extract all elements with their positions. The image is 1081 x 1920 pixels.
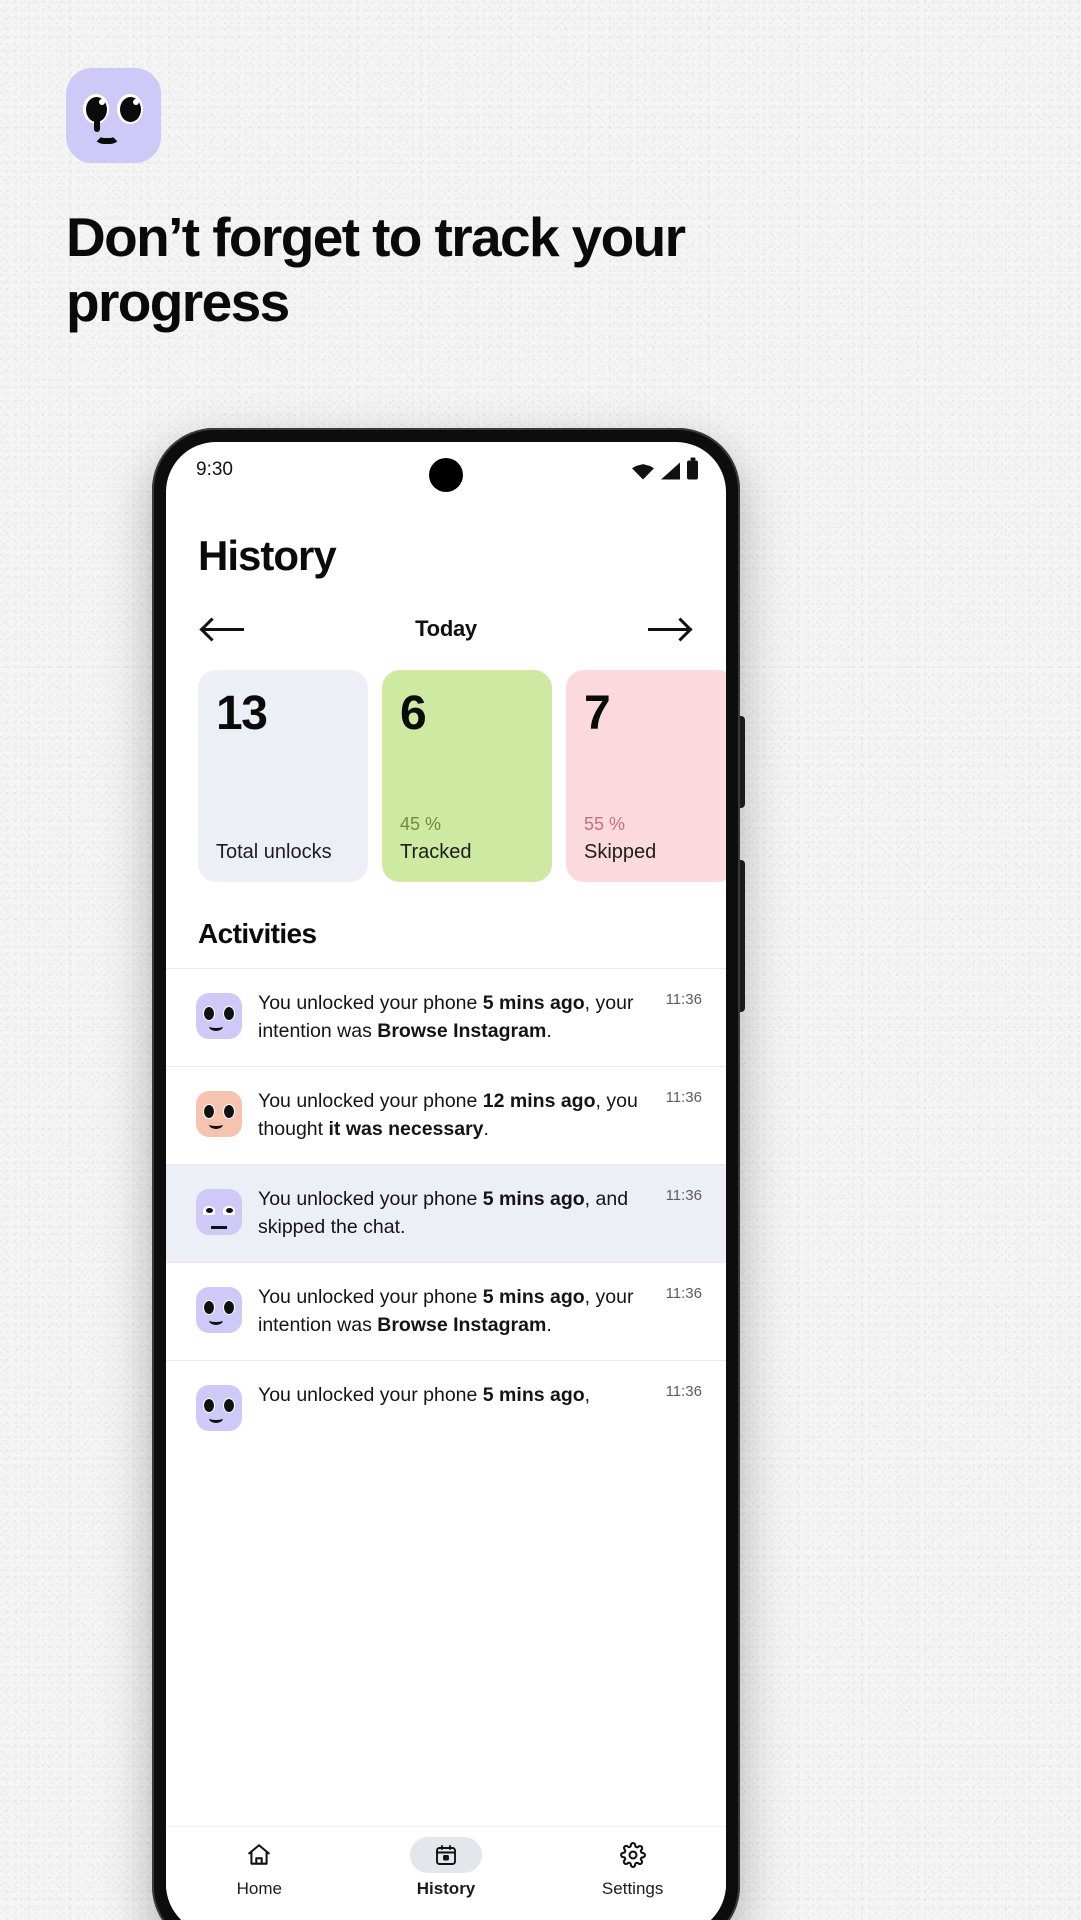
page-title: History [198, 532, 337, 579]
activity-text: You unlocked your phone 12 mins ago, you… [258, 1090, 638, 1141]
arrow-left-icon[interactable] [199, 614, 246, 644]
stat-label: Tracked [400, 841, 472, 863]
activity-timestamp: 11:36 [665, 1285, 702, 1302]
activity-row[interactable]: You unlocked your phone 5 mins ago, 11:36 [166, 1360, 726, 1458]
activity-face-icon [196, 1091, 242, 1137]
stat-value: 6 [400, 687, 427, 740]
activity-timestamp: 11:36 [665, 1187, 702, 1204]
stat-percent: 45 % [400, 814, 442, 834]
activity-text: You unlocked your phone 5 mins ago, and … [258, 1188, 629, 1239]
arrow-right-icon[interactable] [646, 614, 693, 644]
camera-punch-hole [429, 458, 463, 492]
calendar-icon [409, 1837, 482, 1873]
nav-item-history[interactable]: History [371, 1837, 521, 1899]
activity-timestamp: 11:36 [665, 1383, 702, 1400]
date-label: Today [415, 616, 477, 641]
signal-icon [661, 462, 680, 480]
page-headline: Don’t forget to track your progress [66, 206, 686, 333]
nav-item-label: History [416, 1879, 476, 1898]
activity-row[interactable]: You unlocked your phone 12 mins ago, you… [166, 1066, 726, 1164]
home-icon [223, 1837, 295, 1873]
stat-cards: 13 Total unlocks 6 45 % Tracked 7 55 % Skipped [166, 644, 726, 882]
nav-item-settings[interactable]: Settings [558, 1837, 708, 1899]
stat-card: 7 55 % Skipped [566, 670, 726, 882]
activity-face-icon [196, 993, 242, 1039]
activities-list: You unlocked your phone 5 mins ago, your… [166, 968, 726, 1458]
activity-row[interactable]: You unlocked your phone 5 mins ago, and … [166, 1164, 726, 1262]
status-system-icons [632, 460, 698, 480]
smiley-face-app-icon [66, 68, 161, 163]
status-clock: 9:30 [196, 459, 233, 480]
activity-text: You unlocked your phone 5 mins ago, [258, 1384, 591, 1406]
activity-face-icon [196, 1385, 242, 1431]
activity-text: You unlocked your phone 5 mins ago, your… [258, 992, 634, 1043]
nav-item-label: Home [236, 1879, 282, 1898]
stat-value: 7 [584, 687, 611, 740]
app-icon-smile [94, 116, 120, 144]
stat-value: 13 [216, 687, 268, 740]
nav-item-label: Settings [601, 1879, 664, 1898]
activity-text: You unlocked your phone 5 mins ago, your… [258, 1286, 634, 1337]
status-bar: 9:30 [166, 442, 726, 498]
stat-label: Total unlocks [216, 841, 332, 863]
stat-label: Skipped [584, 841, 657, 863]
activity-row[interactable]: You unlocked your phone 5 mins ago, your… [166, 1262, 726, 1360]
activity-face-icon [196, 1287, 242, 1333]
activity-face-icon [196, 1189, 242, 1235]
stat-percent: 55 % [584, 814, 626, 834]
phone-mockup: 9:30 History Today 13 Total unlocks 6 45 % T… [152, 428, 745, 1920]
bottom-navigation: Home History Settings [166, 1826, 726, 1920]
wifi-icon [632, 464, 654, 480]
gear-icon [597, 1837, 669, 1873]
promo-header: Don’t forget to track your progress [66, 68, 766, 335]
stat-card: 13 Total unlocks [198, 670, 368, 882]
nav-item-home[interactable]: Home [184, 1837, 334, 1899]
activities-heading: Activities [198, 918, 317, 949]
battery-icon [687, 460, 698, 480]
stat-card: 6 45 % Tracked [382, 670, 552, 882]
app-icon-right-eye [117, 94, 143, 124]
date-navigator: Today [166, 580, 726, 644]
activity-timestamp: 11:36 [665, 991, 702, 1008]
activity-row[interactable]: You unlocked your phone 5 mins ago, your… [166, 968, 726, 1066]
phone-screen: 9:30 History Today 13 Total unlocks 6 45 % T… [166, 442, 726, 1920]
activity-timestamp: 11:36 [665, 1089, 702, 1106]
